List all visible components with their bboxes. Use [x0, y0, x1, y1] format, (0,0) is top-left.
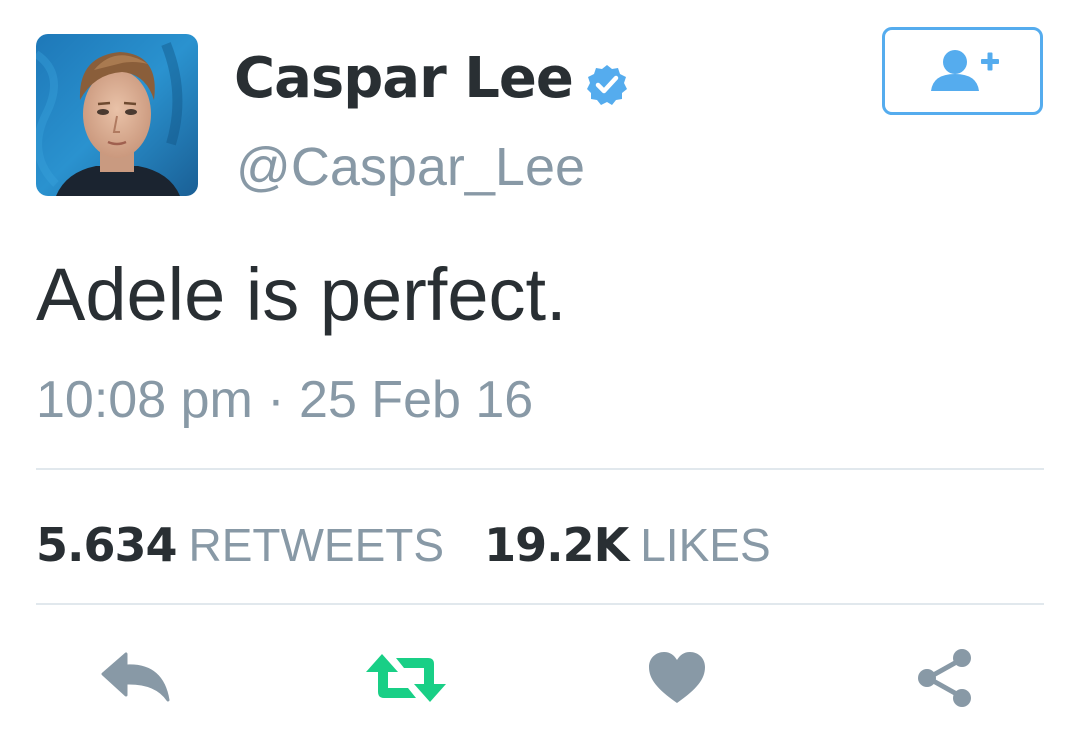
profile-photo	[36, 34, 198, 196]
retweets-count[interactable]: 5.634	[36, 518, 178, 572]
retweets-label[interactable]: RETWEETS	[189, 518, 445, 572]
follow-button[interactable]	[882, 27, 1043, 115]
reply-button[interactable]	[100, 646, 172, 710]
reply-icon	[101, 652, 170, 702]
retweet-button[interactable]	[364, 646, 448, 710]
user-handle[interactable]: @Caspar_Lee	[236, 136, 585, 198]
heart-icon	[649, 652, 705, 703]
likes-label[interactable]: LIKES	[640, 518, 770, 572]
likes-count[interactable]: 19.2K	[484, 518, 629, 572]
display-name[interactable]: Caspar Lee	[234, 46, 574, 111]
add-user-icon	[930, 50, 999, 91]
divider	[36, 603, 1044, 605]
divider	[36, 468, 1044, 470]
avatar[interactable]	[36, 34, 198, 196]
display-name-row[interactable]: Caspar Lee	[234, 42, 629, 114]
verified-badge-icon	[585, 56, 629, 105]
share-icon	[918, 649, 971, 707]
tweet-stats: 5.634 RETWEETS 19.2K LIKES	[36, 518, 771, 582]
retweet-icon	[366, 654, 446, 702]
tweet-timestamp[interactable]: 10:08 pm · 25 Feb 16	[36, 370, 533, 430]
like-button[interactable]	[646, 646, 708, 710]
tweet-text: Adele is perfect.	[36, 253, 567, 336]
share-button[interactable]	[914, 646, 976, 710]
